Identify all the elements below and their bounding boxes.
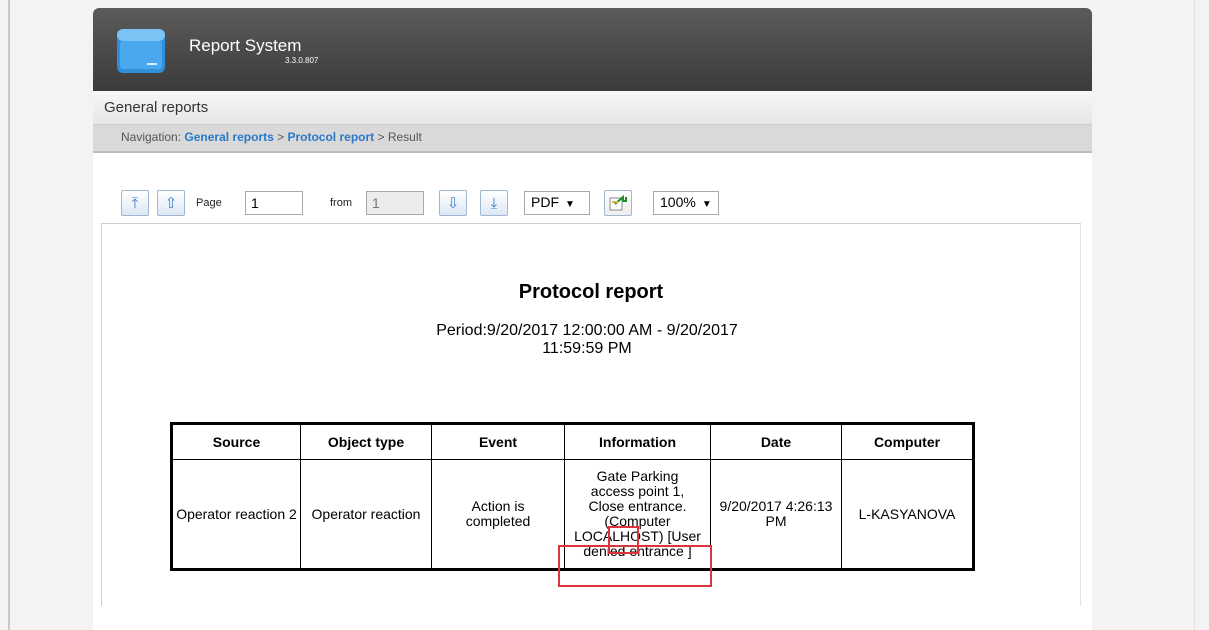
page-number-input[interactable] — [245, 191, 303, 215]
last-page-button[interactable]: ⤓ — [480, 190, 508, 216]
column-header-source: Source — [171, 423, 301, 460]
section-bar: General reports — [93, 91, 1092, 125]
first-page-icon: ⤒ — [131, 195, 139, 212]
breadcrumb-separator: > — [377, 130, 385, 144]
previous-page-button[interactable]: ⇧ — [157, 190, 185, 216]
cell-event: Action is completed — [431, 459, 565, 570]
export-format-value: PDF — [531, 194, 559, 210]
breadcrumb: Navigation: General reports > Protocol r… — [93, 125, 1092, 153]
export-button[interactable] — [604, 190, 632, 216]
cell-computer: L-KASYANOVA — [841, 459, 974, 570]
app-header: Report System 3.3.0.807 — [93, 8, 1092, 91]
page-label: Page — [196, 197, 222, 209]
first-page-button[interactable]: ⤒ — [121, 190, 149, 216]
export-format-select[interactable]: PDF ▼ — [524, 191, 590, 215]
annotation-highlight-box — [558, 545, 712, 587]
cell-object-type: Operator reaction — [300, 459, 432, 570]
dropdown-arrow-icon: ▼ — [565, 199, 575, 210]
breadcrumb-current: Result — [387, 130, 422, 144]
cell-source: Operator reaction 2 — [171, 459, 301, 570]
app-version: 3.3.0.807 — [285, 56, 319, 65]
export-icon — [609, 194, 627, 211]
arrow-up-icon: ⇧ — [164, 195, 178, 212]
report-period: Period:9/20/2017 12:00:00 AM - 9/20/2017… — [382, 322, 792, 358]
arrow-down-icon: ⇩ — [446, 195, 460, 212]
next-page-button[interactable]: ⇩ — [439, 190, 467, 216]
zoom-value: 100% — [660, 194, 696, 210]
right-divider — [1194, 0, 1195, 630]
dropdown-arrow-icon: ▼ — [701, 199, 712, 210]
column-header-information: Information — [564, 423, 711, 460]
report-period-line-1: Period:9/20/2017 12:00:00 AM - 9/20/2017 — [436, 322, 738, 339]
zoom-select[interactable]: 100% ▼ — [653, 191, 719, 215]
app-title: Report System — [189, 36, 302, 55]
cell-date: 9/20/2017 4:26:13 PM — [710, 459, 842, 570]
column-header-event: Event — [431, 423, 565, 460]
last-page-icon: ⤓ — [490, 195, 498, 212]
breadcrumb-prefix: Navigation: — [121, 130, 182, 144]
left-divider — [8, 0, 10, 630]
app-window: Report System 3.3.0.807 General reports … — [93, 8, 1092, 630]
column-header-date: Date — [710, 423, 842, 460]
breadcrumb-link-general-reports[interactable]: General reports — [184, 130, 273, 144]
column-header-computer: Computer — [841, 423, 974, 460]
report-title: Protocol report — [518, 281, 664, 303]
total-pages-field — [366, 191, 424, 215]
column-header-object-type: Object type — [300, 423, 432, 460]
table-header-row: Source Object type Event Information Dat… — [171, 423, 974, 460]
section-title: General reports — [104, 99, 209, 116]
breadcrumb-link-protocol-report[interactable]: Protocol report — [287, 130, 374, 144]
from-label: from — [330, 197, 352, 209]
folder-logo-icon — [117, 29, 165, 73]
breadcrumb-separator: > — [277, 130, 285, 144]
report-period-line-2: 11:59:59 PM — [542, 340, 632, 357]
